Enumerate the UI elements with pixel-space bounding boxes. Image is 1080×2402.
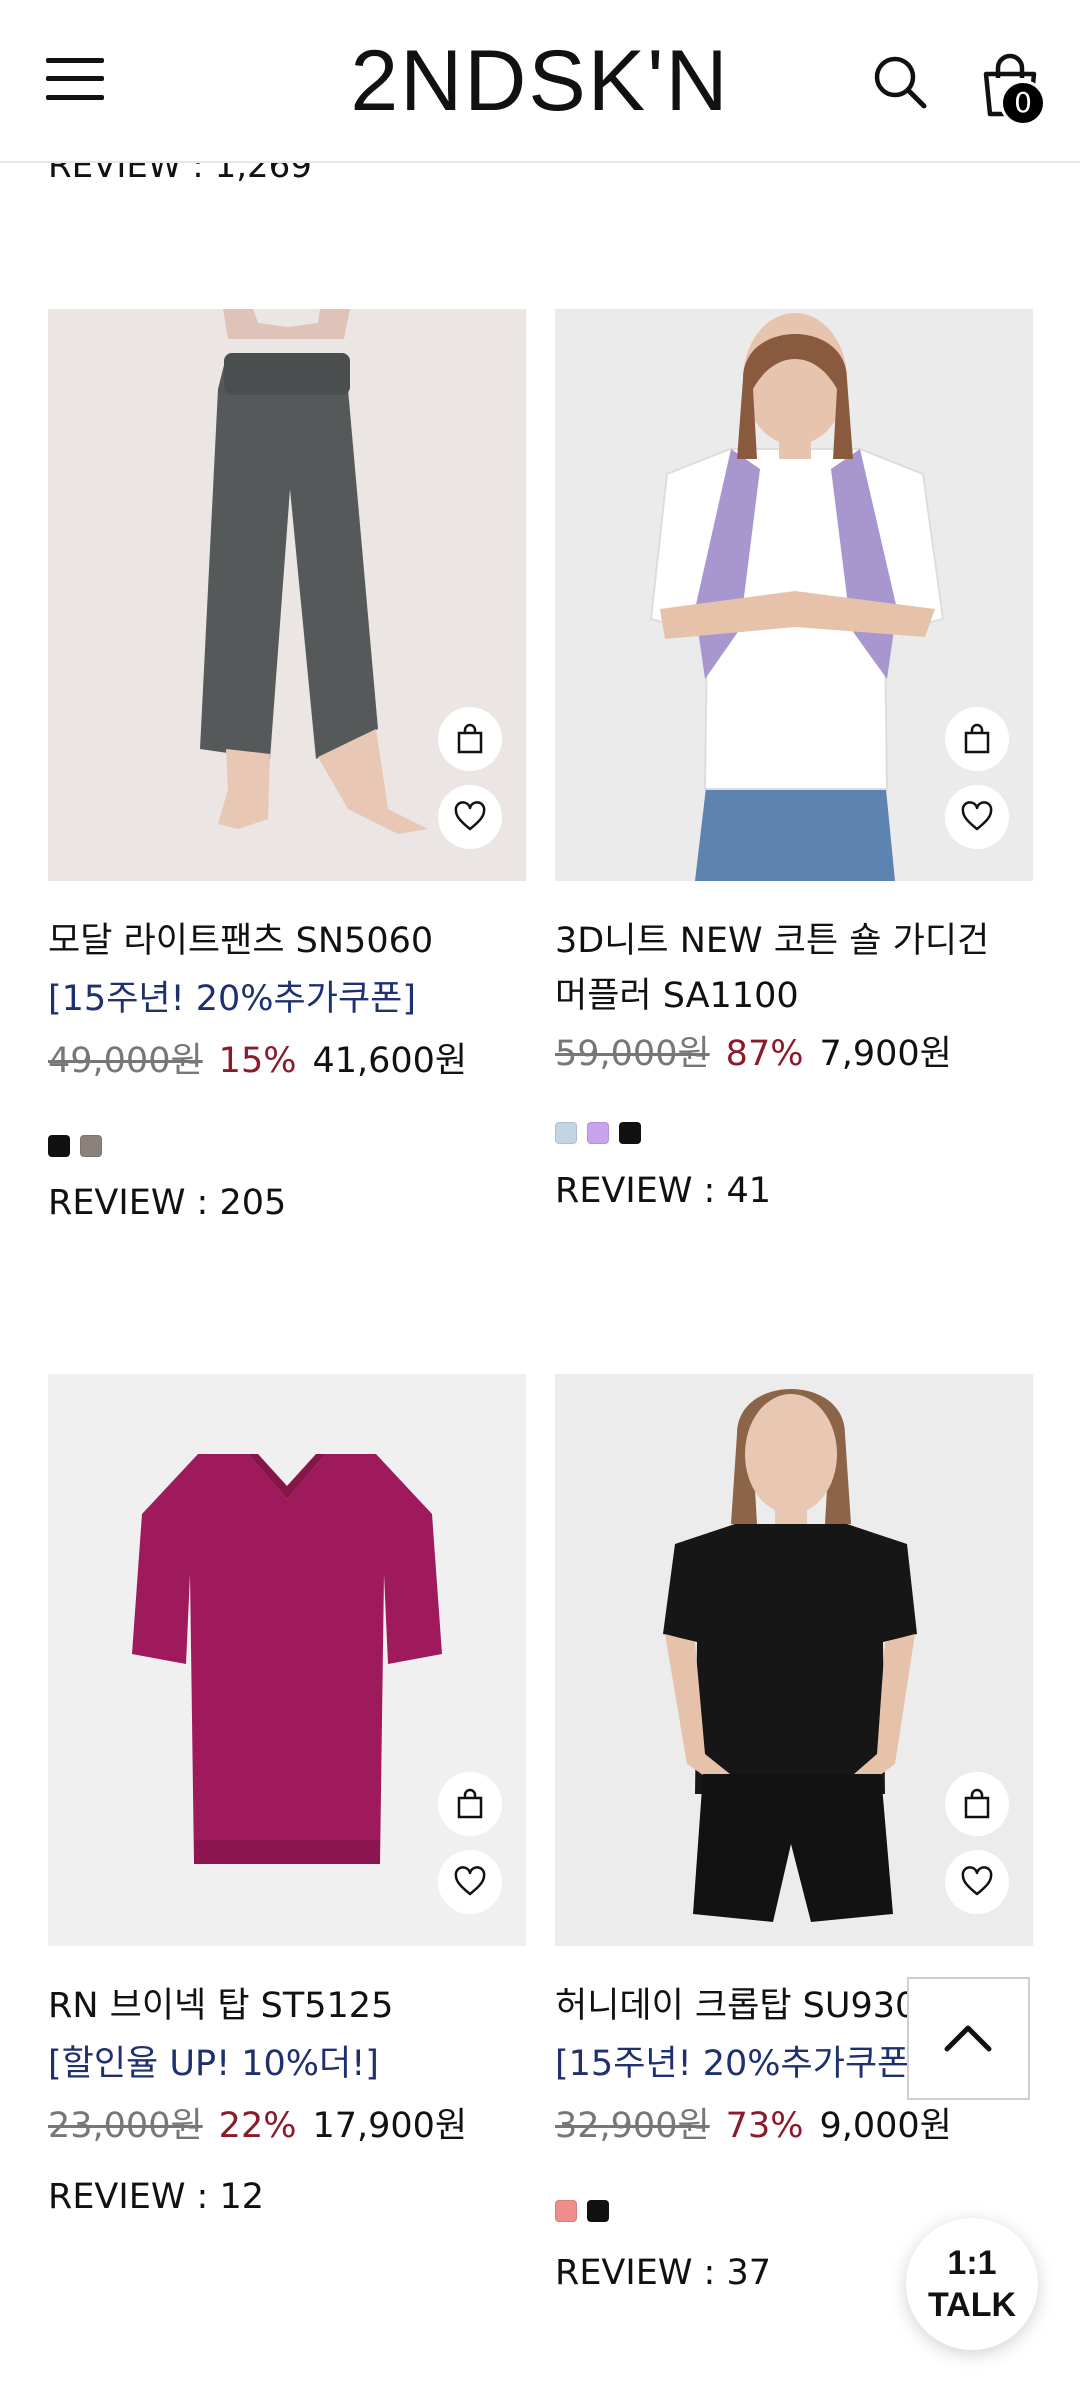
price-row: 32,900원 73% 9,000원 [555,2099,952,2153]
heart-icon [454,801,486,831]
color-swatch [587,1122,609,1144]
sale-price: 9,000원 [819,2106,952,2146]
color-swatch [80,1135,102,1157]
product-promo: [15주년! 20%추가쿠폰] [48,979,416,1019]
color-swatches [48,1135,112,1159]
original-price: 32,900원 [555,2106,710,2146]
product-name[interactable]: 허니데이 크롭탑 SU9300 [555,1979,940,2033]
scroll-to-top-button[interactable] [907,1977,1030,2100]
review-count: REVIEW : 41 [555,1171,771,1211]
heart-icon [961,801,993,831]
color-swatch [587,2200,609,2222]
search-icon[interactable] [872,54,928,110]
color-swatch [555,2200,577,2222]
original-price: 49,000원 [48,1041,203,1081]
wishlist-button[interactable] [438,1850,502,1914]
color-swatch [619,1122,641,1144]
price-row: 49,000원 15% 41,600원 [48,1034,467,1088]
wishlist-button[interactable] [438,785,502,849]
talk-label-line-1: 1:1 [947,2244,997,2282]
product-promo: [할인율 UP! 10%더!] [48,2044,379,2084]
review-count: REVIEW : 205 [48,1183,287,1223]
cart-count-badge: 0 [1000,80,1046,126]
original-price: 59,000원 [555,1034,710,1074]
color-swatches [555,2200,619,2224]
color-swatches [555,1122,651,1146]
wishlist-button[interactable] [945,785,1009,849]
discount-rate: 15% [218,1041,297,1081]
shopping-bag-icon [964,723,990,754]
product-promo: [15주년! 20%추가쿠폰] [555,2044,923,2084]
color-swatch [48,1135,70,1157]
price-row: 23,000원 22% 17,900원 [48,2099,467,2153]
add-to-cart-button[interactable] [945,707,1009,771]
color-swatch [555,1122,577,1144]
add-to-cart-button[interactable] [945,1772,1009,1836]
add-to-cart-button[interactable] [438,707,502,771]
shopping-bag-icon [964,1788,990,1819]
discount-rate: 22% [218,2106,297,2146]
review-count: REVIEW : 37 [555,2253,771,2293]
price-row: 59,000원 87% 7,900원 [555,1027,952,1081]
wishlist-button[interactable] [945,1850,1009,1914]
site-header: 2NDSK'N 0 [0,0,1080,163]
product-name[interactable]: RN 브이넥 탑 ST5125 [48,1979,393,2033]
shopping-bag-icon [457,1788,483,1819]
product-name[interactable]: 모달 라이트팬츠 SN5060 [48,914,433,968]
product-name-line-2[interactable]: 머플러 SA1100 [555,969,799,1023]
heart-icon [454,1866,486,1896]
shopping-bag-icon [457,723,483,754]
discount-rate: 73% [725,2106,804,2146]
original-price: 23,000원 [48,2106,203,2146]
sale-price: 17,900원 [312,2106,468,2146]
chevron-up-icon [944,2025,992,2052]
review-count: REVIEW : 12 [48,2177,264,2217]
product-name-line-1[interactable]: 3D니트 NEW 코튼 숄 가디건 [555,914,989,968]
discount-rate: 87% [725,1034,804,1074]
talk-label-line-2: TALK [927,2286,1017,2324]
one-to-one-talk-button[interactable]: 1:1 TALK [906,2218,1038,2350]
sale-price: 41,600원 [312,1041,468,1081]
sale-price: 7,900원 [819,1034,952,1074]
add-to-cart-button[interactable] [438,1772,502,1836]
heart-icon [961,1866,993,1896]
